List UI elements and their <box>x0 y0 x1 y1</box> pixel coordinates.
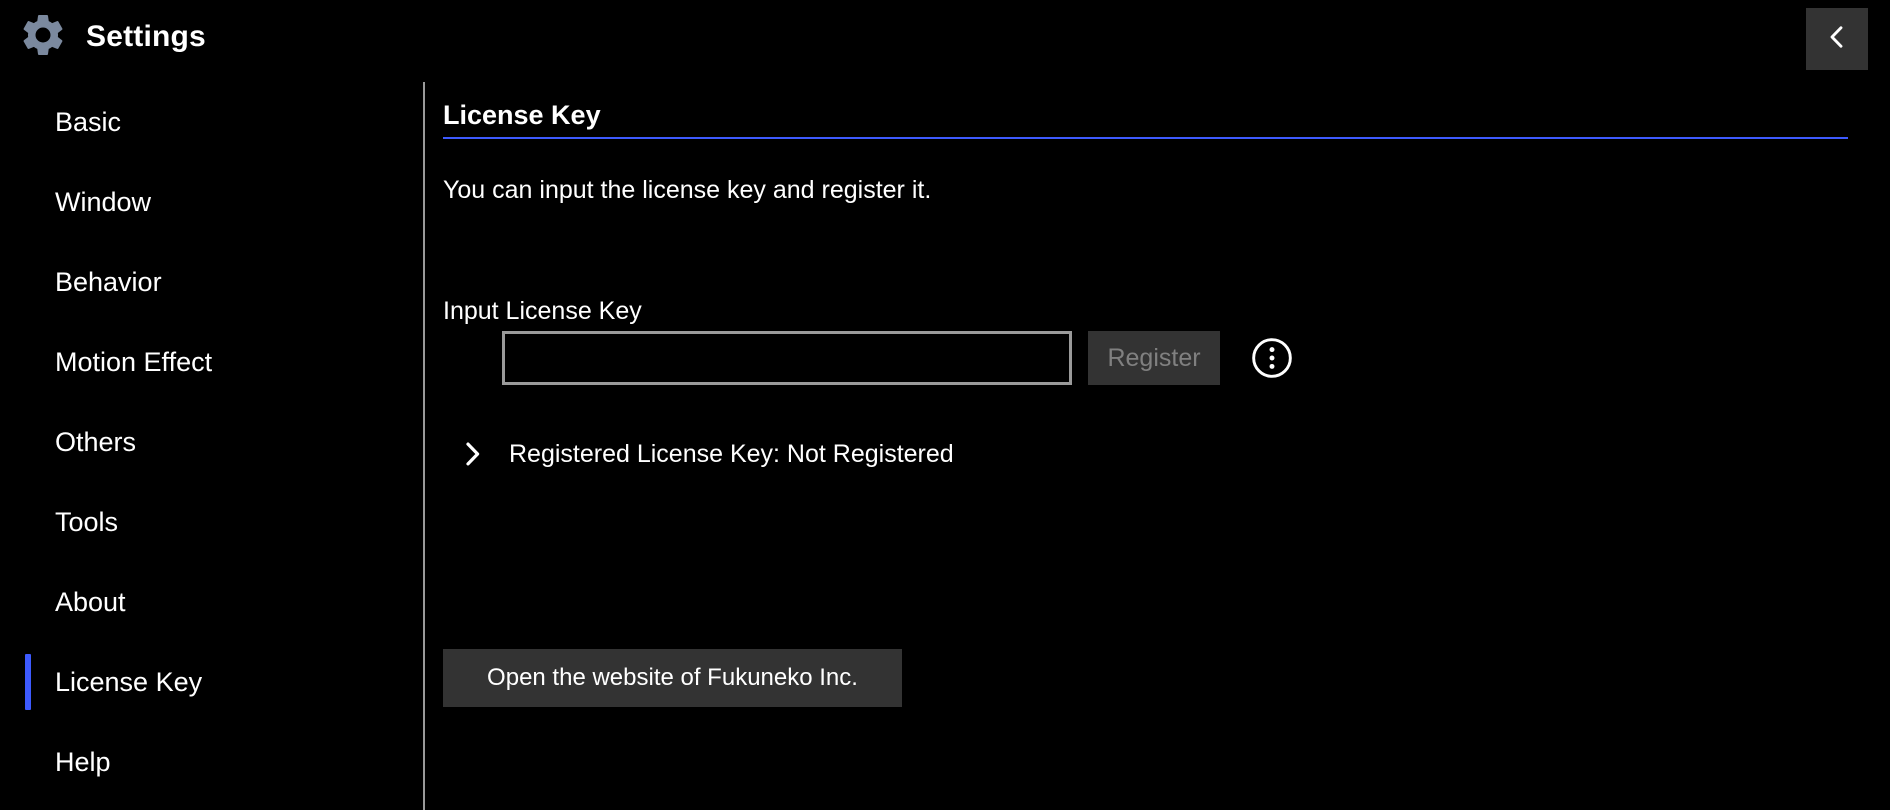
license-key-input[interactable] <box>502 331 1072 385</box>
selection-indicator <box>25 414 31 470</box>
sidebar-item-label: Help <box>55 747 111 777</box>
selection-indicator <box>25 334 31 390</box>
sidebar-item-label: Behavior <box>55 267 162 297</box>
sidebar: Basic Window Behavior Motion Effect Othe… <box>0 82 423 810</box>
title-bar: Settings <box>0 0 1890 82</box>
selection-indicator <box>25 574 31 630</box>
open-website-button[interactable]: Open the website of Fukuneko Inc. <box>443 649 902 707</box>
selection-indicator <box>25 174 31 230</box>
content-pane: License Key You can input the license ke… <box>443 82 1890 810</box>
sidebar-item-basic[interactable]: Basic <box>0 82 423 162</box>
gear-icon <box>18 10 68 60</box>
sidebar-item-motion-effect[interactable]: Motion Effect <box>0 322 423 402</box>
sidebar-item-label: Others <box>55 427 137 457</box>
sidebar-content-divider <box>423 82 425 810</box>
sidebar-item-tools[interactable]: Tools <box>0 482 423 562</box>
sidebar-item-label: Motion Effect <box>55 347 213 377</box>
sidebar-item-label: Window <box>55 187 152 217</box>
register-button[interactable]: Register <box>1088 331 1220 385</box>
page-title: License Key <box>443 100 601 130</box>
sidebar-item-help[interactable]: Help <box>0 722 423 802</box>
chevron-left-icon <box>1822 22 1852 57</box>
sidebar-item-label: Tools <box>55 507 119 537</box>
registered-license-label: Registered License Key: Not Registered <box>509 440 954 468</box>
chevron-right-icon <box>456 438 488 470</box>
sidebar-item-window[interactable]: Window <box>0 162 423 242</box>
sidebar-item-others[interactable]: Others <box>0 402 423 482</box>
sidebar-item-about[interactable]: About <box>0 562 423 642</box>
selection-indicator <box>25 254 31 310</box>
app-title: Settings <box>86 20 206 53</box>
selection-indicator <box>25 654 31 710</box>
sidebar-item-behavior[interactable]: Behavior <box>0 242 423 322</box>
sidebar-item-label: About <box>55 587 126 617</box>
sidebar-item-label: Basic <box>55 107 122 137</box>
selection-indicator <box>25 94 31 150</box>
selection-indicator <box>25 494 31 550</box>
page-title-underline <box>443 137 1848 139</box>
back-button[interactable] <box>1806 8 1868 70</box>
registered-license-expander[interactable]: Registered License Key: Not Registered <box>443 431 954 477</box>
circled-vertical-ellipsis-icon[interactable] <box>1250 336 1294 380</box>
sidebar-item-label: License Key <box>55 667 203 697</box>
sidebar-item-license-key[interactable]: License Key <box>0 642 423 722</box>
license-input-label: Input License Key <box>443 297 642 325</box>
selection-indicator <box>25 734 31 790</box>
page-description: You can input the license key and regist… <box>443 176 932 204</box>
